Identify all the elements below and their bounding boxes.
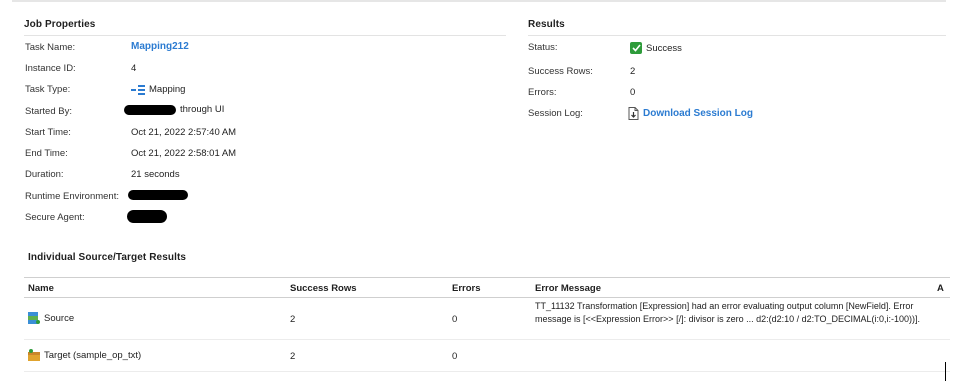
runtime-environment-value (128, 190, 188, 200)
started-by-label: Started By: (25, 106, 72, 117)
row-success-rows: 2 (290, 351, 296, 362)
task-type-value-wrap: Mapping (131, 84, 185, 95)
row-name-cell: Source (28, 312, 74, 324)
download-file-icon (628, 107, 639, 120)
status-value-wrap: Success (630, 42, 682, 54)
session-log-label: Session Log: (528, 108, 583, 119)
results-divider (528, 35, 946, 36)
task-name-label: Task Name: (25, 42, 76, 53)
end-time-value: Oct 21, 2022 2:58:01 AM (131, 148, 237, 159)
duration-label: Duration: (25, 169, 64, 180)
row-name: Source (44, 312, 75, 324)
task-name-value[interactable]: Mapping212 (131, 41, 189, 52)
table-header: Name Success Rows Errors Error Message A (24, 278, 950, 298)
target-icon (28, 349, 40, 361)
column-header-errors[interactable]: Errors (452, 283, 481, 294)
download-session-log-text[interactable]: Download Session Log (643, 108, 753, 119)
table-row[interactable]: Source 2 0 TT_11132 Transformation [Expr… (24, 298, 950, 340)
end-time-label: End Time: (25, 148, 68, 159)
started-by-value: through UI (180, 104, 225, 115)
errors-label: Errors: (528, 87, 557, 98)
column-header-error-message[interactable]: Error Message (535, 283, 601, 294)
start-time-label: Start Time: (25, 127, 71, 138)
status-value: Success (646, 42, 682, 54)
secure-agent-value (127, 210, 167, 223)
instance-id-label: Instance ID: (25, 63, 76, 74)
task-name-link[interactable]: Mapping212 (131, 41, 189, 52)
row-error-message: TT_11132 Transformation [Expression] had… (535, 301, 920, 324)
task-type-label: Task Type: (25, 84, 71, 95)
column-header-truncated[interactable]: A (937, 283, 944, 294)
success-rows-value: 2 (630, 66, 636, 77)
results-title: Results (528, 19, 565, 30)
redacted-secure-agent (127, 210, 167, 223)
top-divider (12, 0, 946, 2)
column-header-name[interactable]: Name (28, 283, 54, 294)
started-by-value-wrap: through UI (124, 104, 224, 115)
runtime-environment-label: Runtime Environment: (25, 191, 119, 202)
redacted-runtime-environment (128, 190, 188, 200)
errors-value: 0 (630, 87, 636, 98)
individual-results-table: Name Success Rows Errors Error Message A… (24, 277, 950, 372)
success-rows-label: Success Rows: (528, 66, 593, 77)
job-properties-title: Job Properties (24, 19, 96, 30)
start-time-value: Oct 21, 2022 2:57:40 AM (131, 127, 237, 138)
job-properties-divider (24, 35, 506, 36)
instance-id-value: 4 (131, 63, 137, 74)
row-success-rows: 2 (290, 314, 296, 325)
row-errors: 0 (452, 351, 458, 362)
column-header-success-rows[interactable]: Success Rows (290, 283, 357, 294)
task-type-value: Mapping (149, 84, 186, 95)
download-session-log-link[interactable]: Download Session Log (628, 107, 753, 120)
scroll-edge-marker (945, 362, 946, 381)
table-row[interactable]: Target (sample_op_txt) 2 0 (24, 340, 950, 372)
source-icon (28, 312, 40, 324)
row-name: Target (sample_op_txt) (44, 349, 142, 361)
status-label: Status: (528, 42, 558, 53)
individual-results-title: Individual Source/Target Results (28, 252, 187, 263)
redacted-user (124, 104, 176, 115)
duration-value: 21 seconds (131, 169, 180, 180)
job-details-page: Job Properties Task Name: Mapping212 Ins… (0, 0, 973, 381)
mapping-icon (131, 84, 145, 95)
row-name-cell: Target (sample_op_txt) (28, 349, 141, 361)
row-errors: 0 (452, 314, 458, 325)
secure-agent-label: Secure Agent: (25, 212, 85, 223)
success-check-icon (630, 42, 642, 54)
